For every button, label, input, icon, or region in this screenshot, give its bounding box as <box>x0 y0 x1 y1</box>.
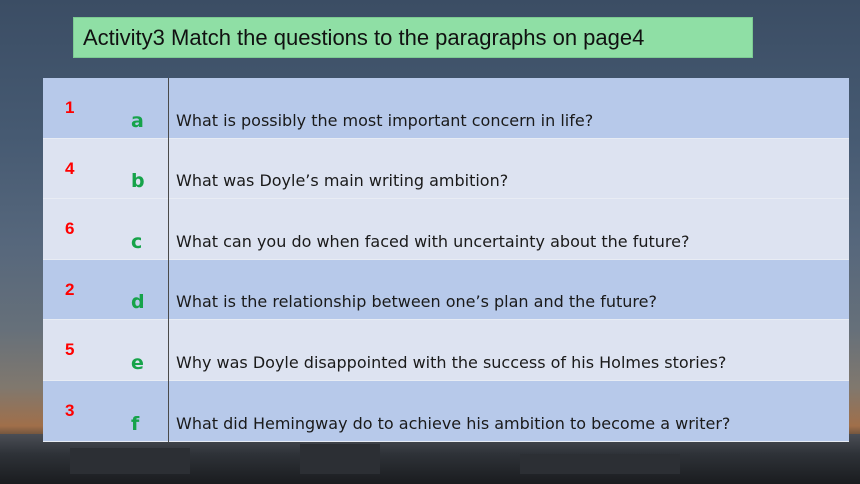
table-row: 6 c What can you do when faced with unce… <box>43 199 849 260</box>
matching-table: 1 a What is possibly the most important … <box>43 78 849 442</box>
table-row: 1 a What is possibly the most important … <box>43 78 849 139</box>
paragraph-number: 1 <box>65 98 75 117</box>
paragraph-number: 5 <box>65 340 75 360</box>
table-row: 5 e Why was Doyle disappointed with the … <box>43 320 849 381</box>
column-divider <box>168 78 169 442</box>
question-text: What was Doyle’s main writing ambition? <box>176 171 509 191</box>
paragraph-number: 3 <box>65 401 75 420</box>
paragraph-number: 2 <box>65 279 75 299</box>
question-text: What is possibly the most important conc… <box>176 110 594 130</box>
question-letter: e <box>131 351 144 374</box>
question-text: Why was Doyle disappointed with the succ… <box>176 352 727 372</box>
table-row: 4 b What was Doyle’s main writing ambiti… <box>43 138 849 200</box>
paragraph-number: 4 <box>65 158 75 178</box>
building-silhouette <box>520 454 680 474</box>
question-text: What can you do when faced with uncertai… <box>176 231 690 251</box>
activity-title: Activity3 Match the questions to the par… <box>83 25 645 50</box>
question-text: What is the relationship between one’s p… <box>176 292 657 312</box>
building-silhouette <box>70 448 190 474</box>
table-row: 2 d What is the relationship between one… <box>43 259 849 321</box>
activity-title-box: Activity3 Match the questions to the par… <box>73 17 753 58</box>
question-text: What did Hemingway do to achieve his amb… <box>176 413 731 433</box>
question-letter: f <box>131 412 140 435</box>
question-letter: b <box>131 170 145 193</box>
question-letter: a <box>131 109 144 132</box>
building-silhouette <box>300 444 380 474</box>
question-letter: d <box>131 291 145 314</box>
table-row: 3 f What did Hemingway do to achieve his… <box>43 381 849 442</box>
paragraph-number: 6 <box>65 219 75 239</box>
question-letter: c <box>131 230 143 253</box>
